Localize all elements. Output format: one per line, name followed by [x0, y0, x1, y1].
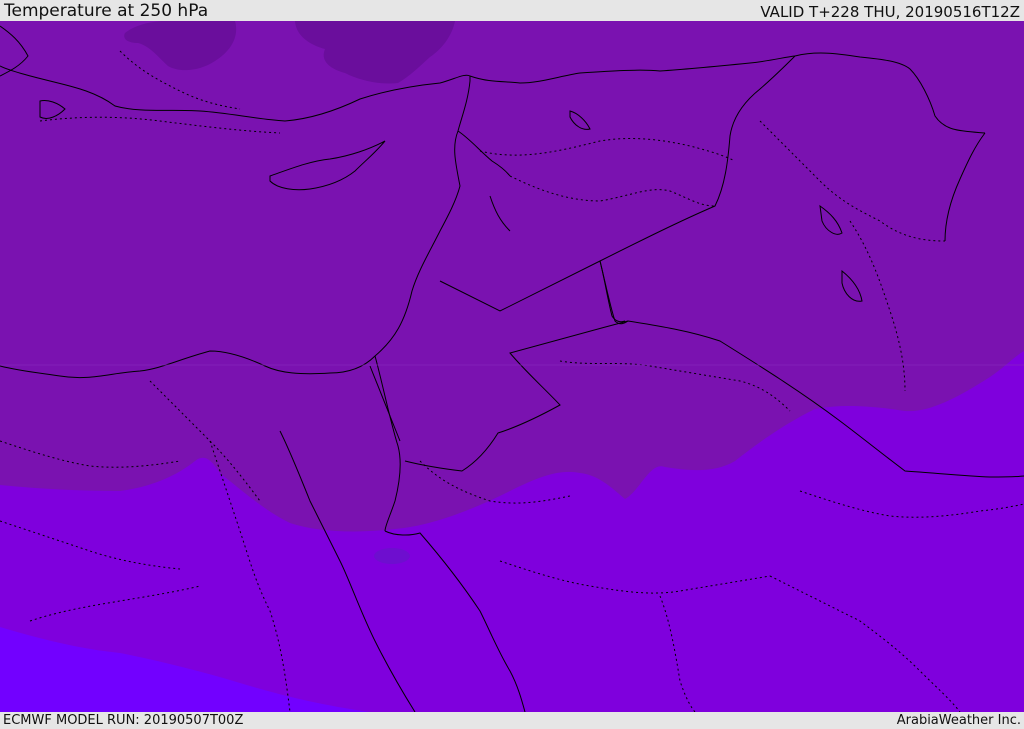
footer-bar: ECMWF MODEL RUN: 20190507T00Z ArabiaWeat…: [0, 712, 1024, 729]
model-run: ECMWF MODEL RUN: 20190507T00Z: [3, 713, 244, 728]
header-bar: Temperature at 250 hPa VALID T+228 THU, …: [0, 0, 1024, 21]
weather-map-frame: Temperature at 250 hPa VALID T+228 THU, …: [0, 0, 1024, 729]
temperature-map: [0, 21, 1024, 712]
valid-time: VALID T+228 THU, 20190516T12Z: [760, 3, 1020, 21]
map-title: Temperature at 250 hPa: [4, 1, 209, 21]
credit-text: ArabiaWeather Inc.: [896, 713, 1021, 728]
lake: [374, 548, 410, 564]
